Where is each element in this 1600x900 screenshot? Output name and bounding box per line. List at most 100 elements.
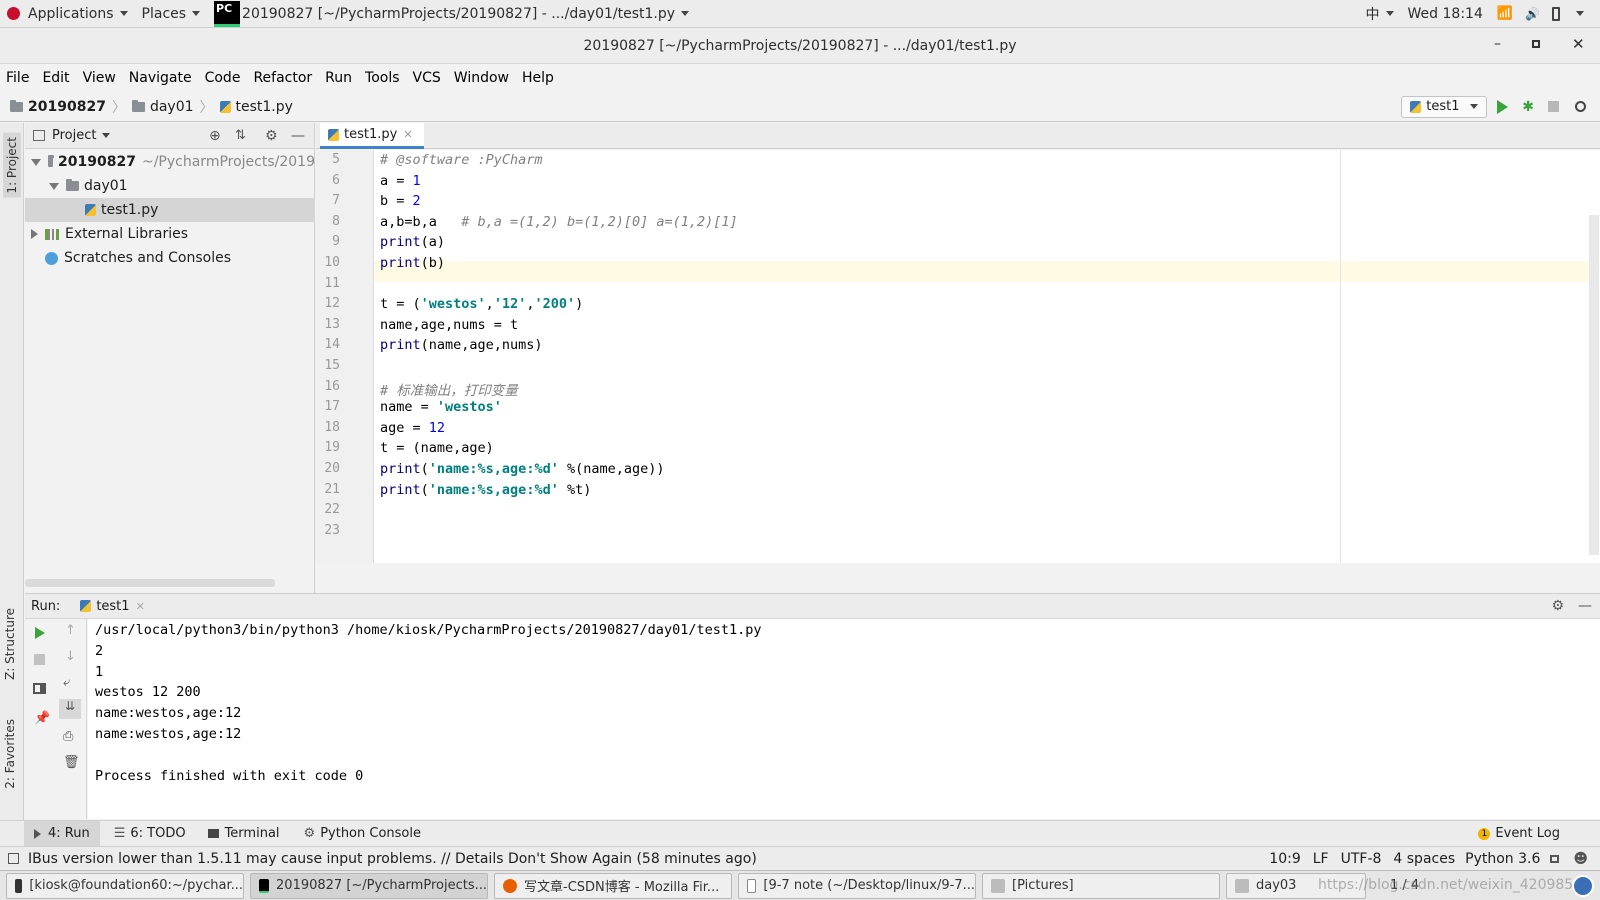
tab-todo[interactable]: ☰ 6: TODO [114, 826, 186, 841]
tab-favorites[interactable]: 2: Favorites [3, 719, 17, 789]
lock-icon[interactable] [1550, 854, 1560, 863]
menu-refactor[interactable]: Refactor [253, 70, 312, 86]
hide-panel-icon[interactable]: — [1578, 598, 1592, 614]
code-line[interactable]: print(a) [380, 234, 445, 250]
project-view-select[interactable]: Project [52, 128, 96, 143]
menu-file[interactable]: File [6, 70, 29, 86]
clock[interactable]: Wed 18:14 [1401, 0, 1490, 28]
tab-terminal[interactable]: Terminal [207, 826, 280, 841]
input-method-indicator[interactable]: 中 [1359, 0, 1401, 28]
breadcrumb-folder[interactable]: day01 [150, 99, 194, 115]
line-separator[interactable]: LF [1313, 851, 1329, 867]
run-icon[interactable] [1497, 99, 1509, 114]
tree-item-external-libraries[interactable]: External Libraries [25, 222, 315, 246]
tree-item-scratches[interactable]: Scratches and Consoles [25, 246, 315, 270]
file-encoding[interactable]: UTF-8 [1341, 851, 1382, 867]
code-line[interactable]: # 标准输出，打印变量 [380, 379, 518, 399]
menu-code[interactable]: Code [205, 70, 241, 86]
close-window-button[interactable]: ✕ [1572, 35, 1585, 53]
tree-item-test1[interactable]: test1.py [25, 198, 315, 222]
interpreter-setting[interactable]: Python 3.6 [1465, 851, 1540, 867]
menu-tools[interactable]: Tools [365, 70, 400, 86]
tree-item-day01[interactable]: day01 [25, 174, 315, 198]
breadcrumb-project[interactable]: 20190827 [28, 99, 106, 115]
menu-window[interactable]: Window [454, 70, 509, 86]
tab-project[interactable]: 1: Project [3, 133, 21, 198]
collapse-all-icon[interactable]: ⇅ [235, 128, 246, 143]
soft-wrap-icon[interactable]: ⤶ [63, 675, 70, 690]
places-menu[interactable]: Places [135, 0, 208, 28]
locate-icon[interactable]: ⊕ [209, 128, 221, 144]
pin-icon[interactable]: 📌 [34, 711, 50, 726]
code-line[interactable]: b = 2 [380, 193, 421, 209]
expand-arrow-icon[interactable] [49, 182, 59, 190]
code-line[interactable]: age = 12 [380, 420, 445, 436]
active-app-menu[interactable]: PC 20190827 [~/PycharmProjects/20190827]… [207, 0, 696, 28]
code-line[interactable]: # @software :PyCharm [380, 152, 543, 168]
code-line[interactable]: print(name,age,nums) [380, 337, 543, 353]
menu-navigate[interactable]: Navigate [129, 70, 192, 86]
run-console[interactable] [88, 619, 1600, 819]
status-message[interactable]: IBus version lower than 1.5.11 may cause… [28, 851, 757, 867]
task-pycharm[interactable]: 20190827 [~/PycharmProjects... [250, 872, 488, 899]
tree-item-root[interactable]: 20190827 ~/PycharmProjects/2019 [25, 150, 315, 174]
hide-panel-icon[interactable]: — [291, 128, 305, 144]
menu-run[interactable]: Run [325, 70, 352, 86]
tab-structure[interactable]: Z: Structure [3, 608, 17, 680]
close-tab-icon[interactable]: ✕ [136, 600, 145, 613]
rerun-icon[interactable] [35, 627, 45, 639]
inspector-icon[interactable]: ☻ [1573, 851, 1588, 867]
code-line[interactable]: print('name:%s,age:%d' %t) [380, 482, 591, 498]
code-line[interactable]: name,age,nums = t [380, 317, 518, 333]
run-tab-test1[interactable]: test1 [96, 599, 129, 614]
show-desktop-icon[interactable] [1572, 875, 1594, 897]
print-icon[interactable]: ⎙ [63, 729, 73, 744]
tab-python-console[interactable]: ⚙ Python Console [304, 826, 421, 841]
gear-icon[interactable]: ⚙ [1551, 598, 1564, 614]
collapse-arrow-icon[interactable] [31, 229, 38, 239]
scroll-to-end-icon[interactable]: ⇊ [59, 699, 81, 719]
chevron-down-icon[interactable] [102, 133, 111, 138]
minimize-button[interactable]: – [1494, 36, 1501, 52]
event-log-button[interactable]: 1 Event Log [1478, 826, 1560, 841]
code-line[interactable]: print(b) [380, 255, 445, 271]
up-arrow-icon[interactable]: ↑ [65, 623, 76, 638]
run-config-select[interactable]: test1 [1401, 95, 1488, 118]
expand-arrow-icon[interactable] [31, 158, 41, 166]
task-pictures[interactable]: [Pictures] [982, 872, 1220, 899]
code-editor[interactable] [316, 150, 1600, 563]
code-line[interactable]: name = 'westos' [380, 399, 502, 415]
gear-icon[interactable]: ⚙ [265, 128, 278, 144]
code-line[interactable]: a,b=b,a # b,a =(1,2) b=(1,2)[0] a=(1,2)[… [380, 214, 738, 230]
menu-edit[interactable]: Edit [42, 70, 69, 86]
stop-icon[interactable] [34, 654, 45, 665]
task-text-editor[interactable]: [9-7 note (~/Desktop/linux/9-7... [738, 872, 976, 899]
project-hscrollbar[interactable] [25, 579, 275, 587]
close-tab-icon[interactable]: ✕ [403, 128, 412, 141]
maximize-button[interactable] [1532, 40, 1540, 48]
breadcrumb-file[interactable]: test1.py [236, 99, 293, 115]
code-line[interactable]: a = 1 [380, 173, 421, 189]
trash-icon[interactable]: 🗑 [63, 755, 80, 770]
task-firefox[interactable]: 写文章-CSDN博客 - Mozilla Fir... [494, 872, 732, 899]
tab-run[interactable]: 4: Run [24, 820, 100, 847]
task-terminal[interactable]: [kiosk@foundation60:~/pychar... [6, 872, 244, 899]
system-tray[interactable]: 📶 🔊 [1490, 0, 1600, 28]
editor-scrollbar[interactable] [1589, 215, 1599, 555]
indent-setting[interactable]: 4 spaces [1393, 851, 1455, 867]
layout-icon[interactable] [33, 683, 46, 694]
stop-icon[interactable] [1548, 101, 1559, 112]
down-arrow-icon[interactable]: ↓ [65, 649, 76, 664]
menu-view[interactable]: View [83, 70, 116, 86]
applications-menu[interactable]: Applications [0, 0, 135, 28]
code-line[interactable]: t = ('westos','12','200') [380, 296, 583, 312]
code-line[interactable]: print('name:%s,age:%d' %(name,age)) [380, 461, 665, 477]
menu-help[interactable]: Help [522, 70, 554, 86]
debug-icon[interactable]: ✱ [1522, 99, 1534, 115]
menu-vcs[interactable]: VCS [413, 70, 441, 86]
code-line[interactable]: t = (name,age) [380, 440, 494, 456]
search-icon[interactable] [1575, 101, 1586, 112]
caret-position[interactable]: 10:9 [1269, 851, 1300, 867]
status-checkbox-icon[interactable] [8, 853, 19, 864]
tab-test1[interactable]: test1.py ✕ [320, 123, 424, 149]
